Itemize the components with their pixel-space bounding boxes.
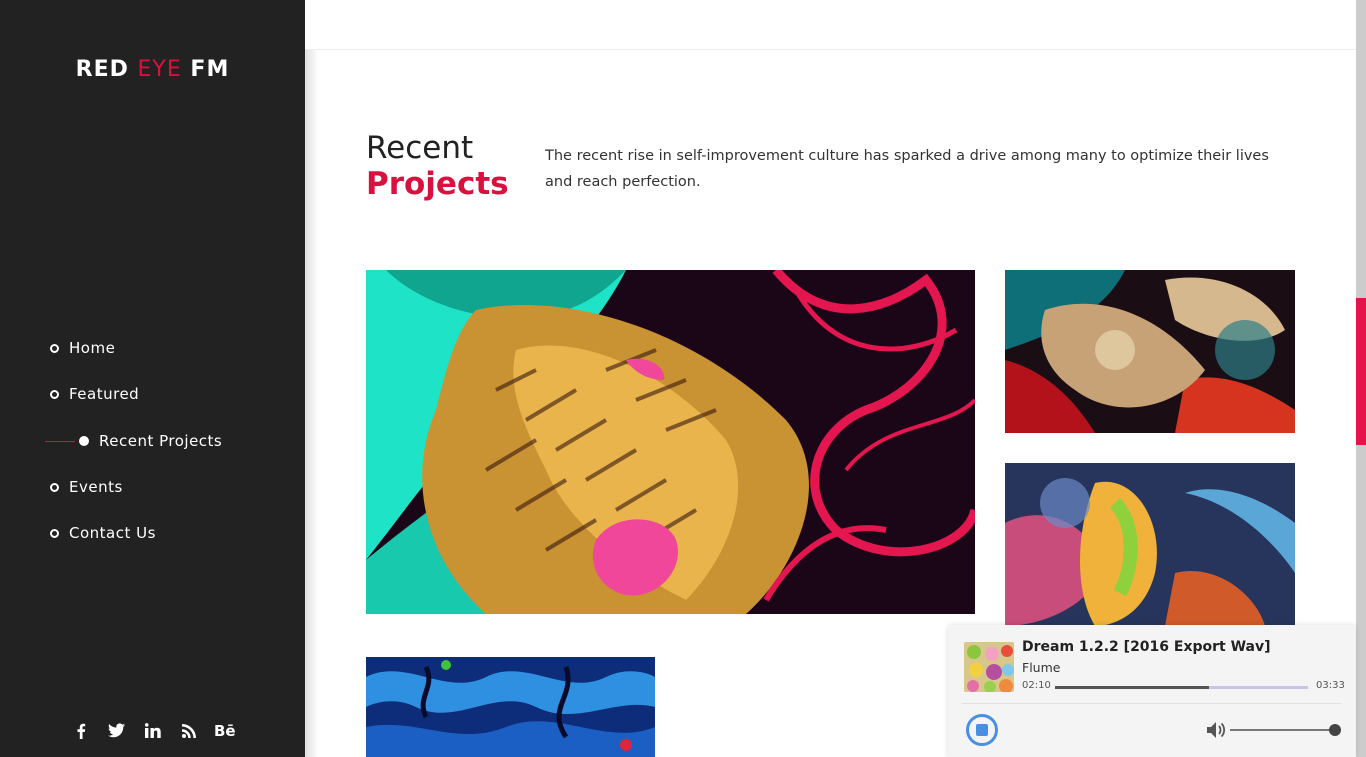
volume-icon[interactable] [1206, 721, 1228, 739]
volume-slider-knob[interactable] [1329, 724, 1341, 736]
section-title-line1: Recent [366, 130, 474, 166]
social-links: Bē [0, 722, 305, 743]
rss-icon[interactable] [178, 723, 200, 743]
section-title: Recent Projects [366, 130, 509, 202]
logo-red: RED [75, 57, 138, 82]
project-image-smoke[interactable] [1005, 463, 1295, 626]
volume-slider-track[interactable] [1230, 729, 1334, 731]
logo-eye: EYE [137, 57, 182, 82]
nav-item-recent-projects[interactable]: Recent Projects [45, 431, 222, 451]
album-cover [964, 642, 1014, 692]
section-description: The recent rise in self-improvement cult… [545, 148, 1269, 190]
site-logo[interactable]: RED EYE FM [0, 57, 305, 82]
nav-item-events[interactable]: Events [50, 477, 123, 497]
nav-item-label: Home [69, 339, 116, 357]
progress-bar-fill [1055, 686, 1210, 689]
sidebar: RED EYE FM Home Featured Recent Projects… [0, 0, 305, 757]
stop-icon [976, 724, 988, 736]
circle-bullet-icon [50, 389, 59, 399]
section-title-line2: Projects [366, 166, 509, 202]
behance-icon[interactable]: Bē [214, 722, 236, 743]
logo-fm: FM [181, 57, 230, 82]
facebook-icon[interactable] [70, 723, 92, 743]
circle-bullet-icon [50, 528, 59, 538]
linkedin-icon[interactable] [142, 723, 164, 743]
nav-item-home[interactable]: Home [50, 338, 115, 358]
nav-item-label: Recent Projects [99, 432, 223, 450]
filled-bullet-icon [79, 436, 89, 446]
audio-player: Dream 1.2.2 [2016 Export Wav] Flume 02:1… [948, 625, 1355, 757]
twitter-icon[interactable] [106, 723, 128, 743]
nav-item-contact-us[interactable]: Contact Us [50, 523, 156, 543]
total-time: 03:33 [1316, 680, 1345, 691]
project-image-abstract-blue[interactable] [366, 657, 655, 757]
nav-item-label: Featured [69, 385, 140, 403]
svg-text:Bē: Bē [214, 723, 236, 738]
project-image-fractal[interactable] [1005, 270, 1295, 433]
track-artist: Flume [1022, 660, 1061, 675]
progress-bar[interactable] [1055, 686, 1308, 689]
page-scrollbar-thumb[interactable] [1356, 298, 1366, 445]
nav-item-featured[interactable]: Featured [50, 384, 139, 404]
player-divider [962, 703, 1341, 704]
track-title: Dream 1.2.2 [2016 Export Wav] [1022, 639, 1271, 655]
nav-item-label: Events [69, 478, 123, 496]
stop-button[interactable] [966, 714, 998, 746]
nav-item-label: Contact Us [69, 524, 156, 542]
active-indicator-line [45, 440, 75, 442]
top-bar [305, 0, 1356, 50]
circle-bullet-icon [50, 482, 59, 492]
sidebar-shadow [305, 0, 319, 757]
circle-bullet-icon [50, 343, 59, 353]
current-time: 02:10 [1022, 680, 1051, 691]
project-image-lion[interactable] [366, 270, 975, 614]
